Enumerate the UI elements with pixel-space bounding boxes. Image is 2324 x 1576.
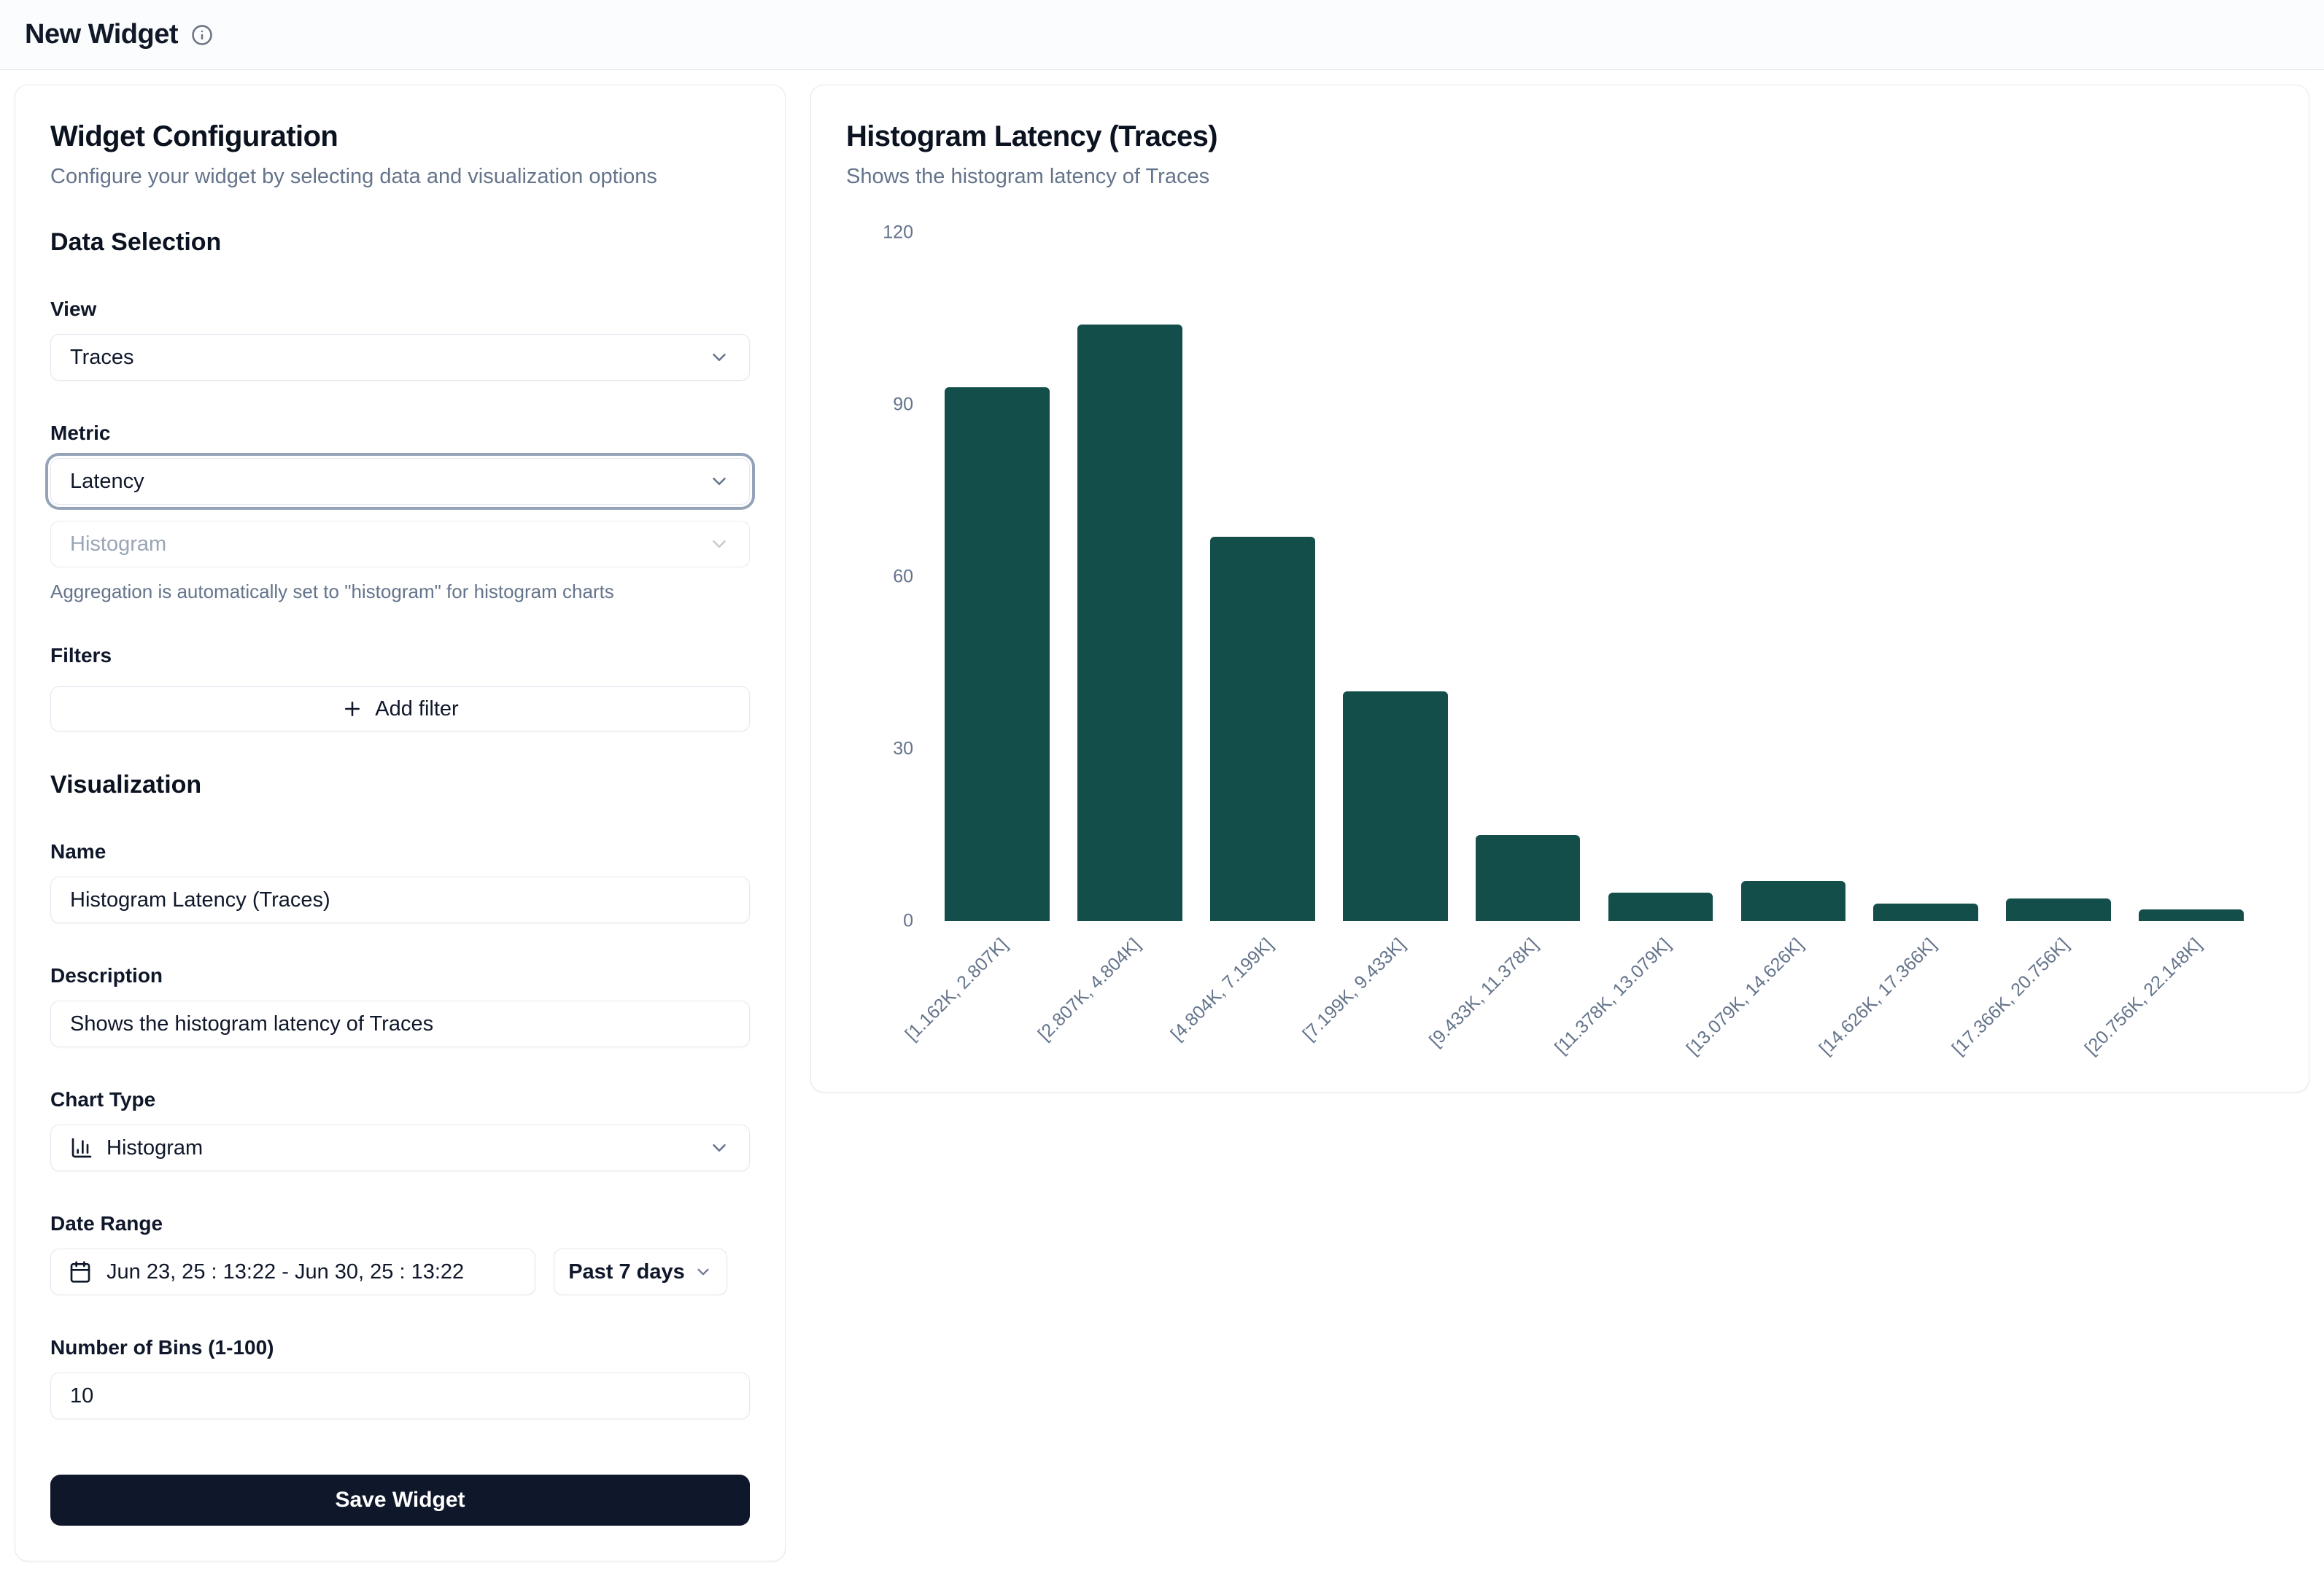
x-tick-label: [1.162K, 2.807K] <box>901 934 1012 1045</box>
bar <box>1210 537 1315 921</box>
plus-icon <box>341 698 363 720</box>
chevron-down-icon <box>708 1137 730 1159</box>
bar <box>1741 881 1846 921</box>
widget-configuration-card: Widget Configuration Configure your widg… <box>15 85 786 1561</box>
chevron-down-icon <box>708 533 730 555</box>
bar <box>1077 325 1182 921</box>
chart-type-select-value: Histogram <box>106 1136 203 1160</box>
chart-title: Histogram Latency (Traces) <box>846 120 2274 153</box>
metric-select[interactable]: Latency <box>50 458 750 505</box>
bar <box>2006 898 2111 921</box>
bar <box>2139 909 2244 921</box>
chart-type-select[interactable]: Histogram <box>50 1125 750 1171</box>
y-tick-label: 90 <box>893 395 913 416</box>
histogram-chart: 0306090120 [1.162K, 2.807K][2.807K, 4.80… <box>846 233 2274 1057</box>
view-select-value: Traces <box>70 346 708 370</box>
histogram-bin: [11.378K, 13.079K] <box>1595 233 1727 921</box>
page-header: New Widget <box>0 0 2324 70</box>
histogram-bin: [7.199K, 9.433K] <box>1329 233 1462 921</box>
section-data-selection: Data Selection <box>50 228 750 257</box>
x-tick-label: [20.756K, 22.148K] <box>2081 934 2207 1060</box>
bar <box>945 387 1050 921</box>
aggregation-helper-text: Aggregation is automatically set to "his… <box>50 581 750 603</box>
description-input[interactable] <box>50 1001 750 1047</box>
filters-label: Filters <box>50 644 750 667</box>
chart-type-label: Chart Type <box>50 1088 750 1111</box>
chart-bars: [1.162K, 2.807K][2.807K, 4.804K][4.804K,… <box>931 233 2258 921</box>
y-tick-label: 60 <box>893 567 913 588</box>
histogram-bin: [4.804K, 7.199K] <box>1196 233 1329 921</box>
histogram-bin: [9.433K, 11.378K] <box>1462 233 1595 921</box>
metric-label: Metric <box>50 422 750 445</box>
metric-select-value: Latency <box>70 470 708 494</box>
chevron-down-icon <box>708 470 730 492</box>
config-title: Widget Configuration <box>50 120 750 153</box>
bins-label: Number of Bins (1-100) <box>50 1336 750 1359</box>
date-preset-value: Past 7 days <box>568 1260 685 1284</box>
chart-preview-card: Histogram Latency (Traces) Shows the his… <box>810 85 2309 1092</box>
histogram-bin: [17.366K, 20.756K] <box>1992 233 2125 921</box>
bar <box>1343 691 1448 921</box>
x-tick-label: [11.378K, 13.079K] <box>1551 934 1676 1059</box>
y-tick-label: 30 <box>893 739 913 760</box>
description-label: Description <box>50 964 750 987</box>
histogram-bin: [20.756K, 22.148K] <box>2125 233 2258 921</box>
add-filter-label: Add filter <box>375 697 458 721</box>
x-tick-label: [14.626K, 17.366K] <box>1816 934 1941 1060</box>
config-subtitle: Configure your widget by selecting data … <box>50 165 750 189</box>
histogram-bin: [2.807K, 4.804K] <box>1064 233 1196 921</box>
chart-plot-area: 0306090120 [1.162K, 2.807K][2.807K, 4.80… <box>931 233 2258 921</box>
x-tick-label: [4.804K, 7.199K] <box>1166 934 1277 1045</box>
bar <box>1476 835 1581 921</box>
x-tick-label: [17.366K, 20.756K] <box>1948 934 2074 1060</box>
chevron-down-icon <box>694 1262 713 1281</box>
histogram-bin: [1.162K, 2.807K] <box>931 233 1064 921</box>
date-range-label: Date Range <box>50 1212 750 1235</box>
bar <box>1873 904 1978 921</box>
x-tick-label: [9.433K, 11.378K] <box>1425 934 1543 1052</box>
y-tick-label: 0 <box>903 911 913 932</box>
y-tick-label: 120 <box>883 222 913 244</box>
name-label: Name <box>50 840 750 863</box>
bar <box>1608 893 1713 921</box>
info-icon[interactable] <box>191 24 213 46</box>
x-tick-label: [7.199K, 9.433K] <box>1299 934 1410 1045</box>
chevron-down-icon <box>708 346 730 368</box>
bins-input[interactable] <box>50 1373 750 1419</box>
histogram-bin: [13.079K, 14.626K] <box>1727 233 1859 921</box>
x-tick-label: [13.079K, 14.626K] <box>1683 934 1808 1060</box>
page-title: New Widget <box>25 19 178 50</box>
section-visualization: Visualization <box>50 771 750 799</box>
name-input[interactable] <box>50 877 750 923</box>
chart-subtitle: Shows the histogram latency of Traces <box>846 165 2274 189</box>
calendar-icon <box>69 1260 92 1284</box>
x-tick-label: [2.807K, 4.804K] <box>1034 934 1144 1045</box>
view-label: View <box>50 298 750 321</box>
histogram-chart-icon <box>70 1136 93 1160</box>
histogram-bin: [14.626K, 17.366K] <box>1859 233 1992 921</box>
aggregation-select-value: Histogram <box>70 532 708 556</box>
add-filter-button[interactable]: Add filter <box>50 686 750 731</box>
date-preset-select[interactable]: Past 7 days <box>554 1249 727 1295</box>
view-select[interactable]: Traces <box>50 334 750 381</box>
aggregation-select: Histogram <box>50 521 750 567</box>
date-range-input[interactable]: Jun 23, 25 : 13:22 - Jun 30, 25 : 13:22 <box>50 1249 535 1295</box>
date-range-value: Jun 23, 25 : 13:22 - Jun 30, 25 : 13:22 <box>106 1260 464 1284</box>
save-widget-button[interactable]: Save Widget <box>50 1475 750 1526</box>
